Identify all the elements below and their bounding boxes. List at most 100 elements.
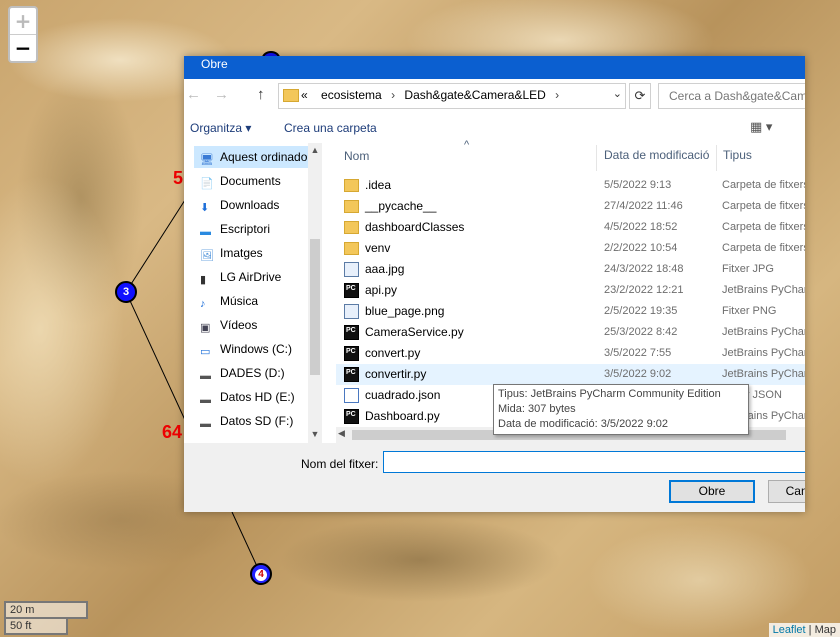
nav-item-label: Windows (C:) (220, 342, 293, 356)
file-name: convert.py (365, 346, 421, 360)
scroll-down-arrow-icon[interactable]: ▼ (308, 429, 322, 439)
route-marker-4[interactable]: 4 (250, 563, 272, 585)
file-row[interactable]: blue_page.png 2/5/2022 19:35 Fitxer PNG (336, 301, 805, 322)
file-name: Dashboard.py (365, 409, 440, 423)
nav-item-label: LG AirDrive (220, 270, 282, 284)
file-row[interactable]: __pycache__ 27/4/2022 11:46 Carpeta de fit… (336, 196, 805, 217)
scroll-up-arrow-icon[interactable]: ▲ (308, 145, 322, 155)
attribution-separator: | (805, 624, 815, 636)
nav-scrollbar[interactable]: ▲ ▼ (308, 143, 322, 443)
file-type: JetBrains PyCharm (722, 284, 805, 296)
nav-scrollbar-thumb[interactable] (310, 239, 320, 375)
folder-icon (283, 89, 299, 102)
nav-item[interactable]: ▬ DADES (D:) (200, 362, 308, 384)
breadcrumb-ecosistema[interactable]: ecosistema (321, 88, 382, 102)
zoom-out-button[interactable]: − (10, 35, 36, 61)
file-name: convertir.py (365, 367, 427, 381)
route-marker-3[interactable]: 3 (115, 281, 137, 303)
file-type: JetBrains PyCharm (722, 347, 805, 359)
column-header-type[interactable]: Tipus (723, 148, 752, 162)
file-row[interactable]: .idea 5/5/2022 9:13 Carpeta de fitxers (336, 175, 805, 196)
folder-icon (344, 179, 359, 192)
nav-item-label: DADES (D:) (220, 366, 285, 380)
nav-item[interactable]: ▣ Vídeos (200, 314, 308, 336)
nav-item[interactable]: ▭ Windows (C:) (200, 338, 308, 360)
zoom-in-button[interactable]: + (10, 8, 36, 35)
back-arrow-icon[interactable]: ← (186, 86, 201, 103)
nav-item[interactable]: 🖼 Imatges (200, 242, 308, 264)
breadcrumb-overflow[interactable]: « (301, 88, 308, 102)
dialog-titlebar[interactable]: Obre (184, 56, 805, 79)
map-attribution: Leaflet | Map (768, 623, 840, 637)
new-folder-button[interactable]: Crea una carpeta (284, 121, 377, 135)
breadcrumb: « ecosistema › Dash&gate&Camera&LED › (301, 88, 565, 102)
scale-imperial: 50 ft (4, 619, 68, 635)
chevron-down-icon[interactable]: ⌄ (613, 87, 622, 100)
pictures-icon: 🖼 (200, 250, 214, 262)
nav-item[interactable]: ▬ Datos SD (F:) (200, 410, 308, 432)
file-row[interactable]: dashboardClasses 4/5/2022 18:52 Carpeta de… (336, 217, 805, 238)
tooltip-size: Mida: 307 bytes (498, 403, 576, 415)
image-file-icon (344, 262, 359, 277)
file-row[interactable]: convert.py 3/5/2022 7:55 JetBrains PyCharm (336, 343, 805, 364)
file-date: 3/5/2022 7:55 (604, 347, 672, 359)
up-arrow-icon[interactable]: ↑ (257, 86, 265, 103)
image-file-icon (344, 304, 359, 319)
column-header-date[interactable]: Data de modificació (604, 148, 709, 162)
file-date: 3/5/2022 9:02 (604, 368, 672, 380)
nav-item[interactable]: ▮ LG AirDrive (200, 266, 308, 288)
search-input[interactable]: Cerca a Dash&gate&Camera&LED (658, 83, 805, 109)
nav-item[interactable]: 🖥 Aquest ordinador (194, 146, 314, 168)
python-file-icon (344, 283, 359, 298)
python-file-icon (344, 325, 359, 340)
file-type: JetBrains PyCharm (722, 368, 805, 380)
view-options-icon[interactable]: ▦ ▾ (750, 119, 772, 135)
file-date: 4/5/2022 18:52 (604, 221, 678, 233)
nav-item[interactable]: ▬ Datos HD (E:) (200, 386, 308, 408)
breadcrumb-current-folder[interactable]: Dash&gate&Camera&LED (404, 88, 545, 102)
tooltip-modified: Data de modificació: 3/5/2022 9:02 (498, 418, 669, 430)
windows-drive-icon: ▭ (200, 346, 211, 358)
filename-input[interactable] (383, 451, 805, 473)
breadcrumb-separator[interactable]: › (391, 88, 395, 102)
forward-arrow-icon[interactable]: → (214, 86, 229, 103)
file-row[interactable]: convertir.py 3/5/2022 9:02 JetBrains PyCha… (336, 364, 805, 385)
file-date: 23/2/2022 12:21 (604, 284, 684, 296)
file-row[interactable]: aaa.jpg 24/3/2022 18:48 Fitxer JPG (336, 259, 805, 280)
python-file-icon (344, 367, 359, 382)
cancel-button[interactable]: Cancel·la (768, 480, 805, 503)
nav-item[interactable]: ▬ Escriptori (200, 218, 308, 240)
file-row[interactable]: api.py 23/2/2022 12:21 JetBrains PyCharm (336, 280, 805, 301)
refresh-icon[interactable]: ⟳ (629, 83, 651, 109)
nav-item-label: Datos HD (E:) (220, 390, 295, 404)
column-separator[interactable] (716, 145, 717, 171)
file-name: aaa.jpg (365, 262, 405, 276)
dialog-footer: Nom del fitxer: Obre Cancel·la (184, 443, 805, 512)
scale-metric: 20 m (4, 601, 88, 619)
breadcrumb-separator[interactable]: › (555, 88, 559, 102)
scroll-left-arrow-icon[interactable]: ◀ (338, 428, 345, 439)
disk-icon: ▬ (200, 370, 211, 382)
file-name: dashboardClasses (365, 220, 465, 234)
open-button[interactable]: Obre (669, 480, 755, 503)
disk-icon: ▬ (200, 394, 211, 406)
file-date: 2/2/2022 10:54 (604, 242, 678, 254)
file-name: cuadrado.json (365, 388, 441, 402)
column-header-name[interactable]: Nom (344, 149, 369, 163)
column-separator[interactable] (596, 145, 597, 171)
nav-item[interactable]: 📄 Documents (200, 170, 308, 192)
distance-label: 64 (162, 422, 183, 442)
organize-button[interactable]: Organitza ▾ (190, 121, 251, 135)
file-row[interactable]: CameraService.py 25/3/2022 8:42 JetBrains … (336, 322, 805, 343)
navigation-pane: 🖥 Aquest ordinador 📄 Documents ⬇ Downloads ▬ Es… (184, 143, 324, 449)
nav-item[interactable]: ⬇ Downloads (200, 194, 308, 216)
file-type: JetBrains PyCharm (722, 326, 805, 338)
leaflet-link[interactable]: Leaflet (773, 624, 806, 636)
file-name: blue_page.png (365, 304, 445, 318)
nav-item[interactable]: ♪ Música (200, 290, 308, 312)
address-bar[interactable]: « ecosistema › Dash&gate&Camera&LED › ⌄ (278, 83, 626, 109)
nav-item-label: Música (220, 294, 259, 308)
file-row[interactable]: venv 2/2/2022 10:54 Carpeta de fitxers (336, 238, 805, 259)
folder-icon (344, 221, 359, 234)
route-marker-4-label: 4 (255, 569, 267, 581)
